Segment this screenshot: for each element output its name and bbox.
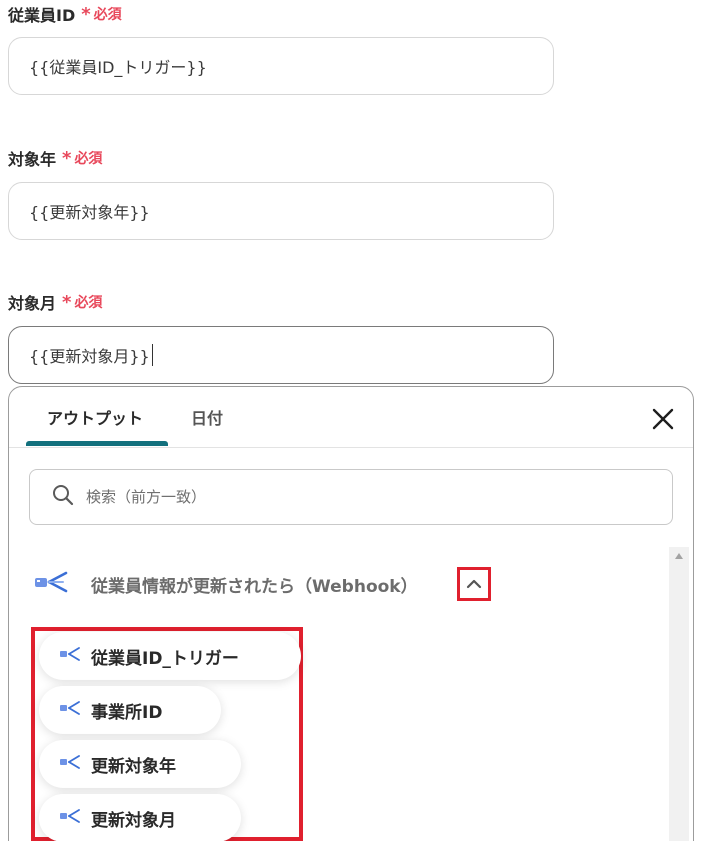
tab-output[interactable]: アウトプット (47, 405, 143, 429)
required-asterisk: * (81, 3, 91, 25)
required-text: 必須 (74, 295, 103, 311)
target-month-label-text: 対象月 (8, 294, 57, 313)
output-item-label: 更新対象月 (91, 810, 176, 831)
target-month-label: 対象月 * 必須 (8, 290, 102, 314)
target-month-value: {{更新対象月}} (29, 347, 150, 366)
search-icon (52, 484, 74, 510)
target-year-value: {{更新対象年}} (29, 203, 150, 222)
required-asterisk: * (62, 291, 72, 313)
source-title: 従業員情報が更新されたら（Webhook） (91, 576, 418, 597)
employee-id-label: 従業員ID * 必須 (8, 2, 122, 26)
webhook-icon (59, 754, 81, 774)
output-item-label: 従業員ID_トリガー (91, 648, 239, 669)
chevron-up-icon (466, 575, 482, 594)
search-input[interactable] (84, 487, 648, 507)
output-item-target-month[interactable]: 更新対象月 (39, 794, 241, 841)
required-asterisk: * (62, 147, 72, 169)
output-item-label: 事業所ID (91, 702, 163, 723)
panel-tabs: アウトプット 日付 (9, 387, 693, 448)
collapse-button[interactable] (457, 567, 491, 601)
employee-id-label-text: 従業員ID (8, 6, 76, 25)
target-year-input[interactable]: {{更新対象年}} (8, 182, 554, 240)
source-header: 従業員情報が更新されたら（Webhook） (33, 569, 418, 599)
employee-id-input[interactable]: {{従業員ID_トリガー}} (8, 37, 554, 95)
scrollbar[interactable] (669, 547, 689, 841)
webhook-icon (59, 700, 81, 720)
output-item-office-id[interactable]: 事業所ID (39, 686, 221, 734)
search-box[interactable] (29, 469, 673, 525)
required-text: 必須 (74, 151, 103, 167)
webhook-icon (33, 569, 69, 599)
webhook-icon (59, 808, 81, 828)
close-icon[interactable] (649, 405, 677, 433)
target-month-input[interactable]: {{更新対象月}} (8, 326, 554, 384)
webhook-icon (59, 646, 81, 666)
output-item-label: 更新対象年 (91, 756, 176, 777)
scroll-up-arrow-icon[interactable] (675, 553, 683, 559)
required-text: 必須 (93, 7, 122, 23)
target-year-label: 対象年 * 必須 (8, 146, 102, 170)
target-year-label-text: 対象年 (8, 150, 57, 169)
active-tab-indicator (26, 441, 168, 446)
tab-date[interactable]: 日付 (191, 405, 223, 429)
employee-id-value: {{従業員ID_トリガー}} (29, 58, 207, 77)
output-selector-form: 従業員ID * 必須 {{従業員ID_トリガー}} 対象年 * 必須 {{更新対… (0, 0, 702, 841)
output-item-target-year[interactable]: 更新対象年 (39, 740, 241, 788)
output-item-employee-id[interactable]: 従業員ID_トリガー (39, 632, 301, 680)
text-caret (151, 344, 153, 366)
output-panel: アウトプット 日付 検索（前方一致） 従業員情報が更新されたら（Webhook）… (8, 386, 694, 841)
